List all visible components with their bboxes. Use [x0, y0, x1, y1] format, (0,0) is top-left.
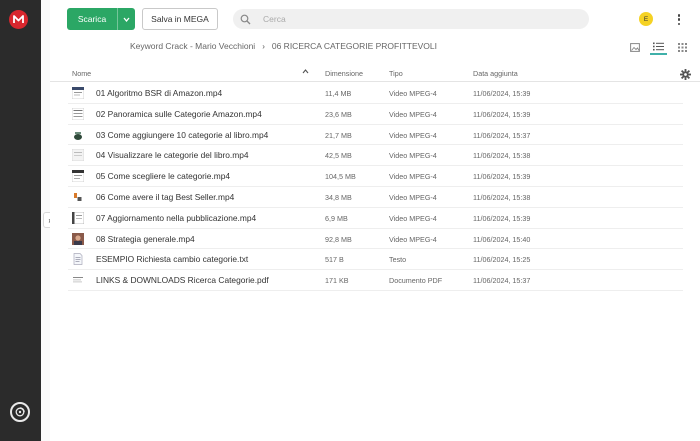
table-header: Nome Dimensione Tipo Data aggiunta — [50, 64, 700, 82]
file-name[interactable]: 06 Come avere il tag Best Seller.mp4 — [96, 192, 234, 202]
chevron-down-icon[interactable] — [117, 8, 135, 30]
file-type: Video MPEG-4 — [389, 234, 437, 244]
file-size: 11,4 MB — [325, 89, 352, 98]
grid-view-icon[interactable] — [674, 39, 691, 55]
file-name[interactable]: 02 Panoramica sulle Categorie Amazon.mp4 — [96, 109, 262, 119]
video-thumbnail-icon — [71, 149, 85, 162]
download-button[interactable]: Scarica — [67, 8, 135, 30]
text-file-icon — [72, 253, 84, 266]
file-type: Video MPEG-4 — [389, 151, 437, 161]
table-row[interactable]: ESEMPIO Richiesta cambio categorie.txt 5… — [68, 249, 683, 271]
column-header-type[interactable]: Tipo — [389, 69, 403, 78]
thumbnail-view-icon[interactable] — [626, 39, 643, 55]
search-input[interactable] — [257, 14, 557, 24]
file-date: 11/06/2024, 15:39 — [473, 213, 531, 223]
file-type: Video MPEG-4 — [389, 130, 437, 140]
table-row[interactable]: 07 Aggiornamento nella pubblicazione.mp4… — [68, 208, 683, 229]
file-type: Testo — [389, 255, 407, 265]
file-name[interactable]: 04 Visualizzare le categorie del libro.m… — [96, 150, 249, 160]
column-settings-gear-icon[interactable] — [680, 69, 691, 82]
file-name[interactable]: 08 Strategia generale.mp4 — [96, 234, 195, 244]
left-rail — [0, 0, 41, 441]
file-type: Video MPEG-4 — [389, 192, 437, 202]
file-date: 11/06/2024, 15:37 — [473, 276, 531, 286]
file-size: 104,5 MB — [325, 172, 356, 182]
video-thumbnail-icon — [71, 169, 85, 183]
file-size: 21,7 MB — [325, 130, 352, 140]
file-type: Video MPEG-4 — [389, 172, 437, 182]
table-row[interactable]: 03 Come aggiungere 10 categorie al libro… — [68, 125, 683, 146]
file-name[interactable]: 01 Algoritmo BSR di Amazon.mp4 — [96, 88, 222, 98]
file-type: Video MPEG-4 — [389, 109, 437, 119]
file-size: 92,8 MB — [325, 234, 352, 244]
file-name[interactable]: 05 Come scegliere le categorie.mp4 — [96, 171, 230, 181]
search-bar[interactable] — [233, 9, 589, 29]
more-options-icon[interactable] — [675, 12, 683, 27]
file-name[interactable]: 07 Aggiornamento nella pubblicazione.mp4 — [96, 213, 256, 223]
file-date: 11/06/2024, 15:25 — [473, 255, 531, 265]
file-date: 11/06/2024, 15:37 — [473, 130, 531, 140]
file-date: 11/06/2024, 15:39 — [473, 89, 531, 98]
table-row[interactable]: LINKS & DOWNLOADS Ricerca Categorie.pdf … — [68, 270, 683, 291]
search-icon — [233, 14, 257, 25]
mega-logo-icon[interactable] — [9, 10, 28, 29]
file-size: 34,8 MB — [325, 192, 352, 202]
table-row[interactable]: 06 Come avere il tag Best Seller.mp4 34,… — [68, 187, 683, 208]
file-size: 42,5 MB — [325, 151, 352, 161]
file-date: 11/06/2024, 15:39 — [473, 109, 531, 119]
sort-ascending-icon[interactable] — [302, 69, 309, 76]
table-row[interactable]: 05 Come scegliere le categorie.mp4 104,5… — [68, 166, 683, 187]
file-size: 517 B — [325, 255, 344, 265]
column-header-date[interactable]: Data aggiunta — [473, 69, 518, 78]
video-thumbnail-icon — [71, 107, 85, 121]
download-button-label: Scarica — [77, 14, 107, 24]
breadcrumb: Keyword Crack - Mario Vecchioni › 06 RIC… — [130, 41, 437, 51]
breadcrumb-parent[interactable]: Keyword Crack - Mario Vecchioni — [130, 41, 255, 51]
file-size: 171 KB — [325, 276, 349, 286]
video-thumbnail-icon — [72, 128, 84, 141]
column-header-size[interactable]: Dimensione — [325, 69, 363, 78]
table-row[interactable]: 08 Strategia generale.mp4 92,8 MB Video … — [68, 229, 683, 250]
file-date: 11/06/2024, 15:38 — [473, 151, 531, 161]
file-type: Video MPEG-4 — [389, 89, 437, 98]
sync-icon[interactable] — [10, 402, 30, 422]
column-header-name[interactable]: Nome — [72, 69, 91, 78]
breadcrumb-separator-icon: › — [262, 41, 265, 51]
file-size: 6,9 MB — [325, 213, 348, 223]
file-type: Documento PDF — [389, 276, 443, 286]
file-name[interactable]: LINKS & DOWNLOADS Ricerca Categorie.pdf — [96, 275, 269, 285]
file-date: 11/06/2024, 15:38 — [473, 192, 531, 202]
video-thumbnail-icon — [72, 232, 84, 245]
file-date: 11/06/2024, 15:39 — [473, 172, 531, 182]
file-date: 11/06/2024, 15:40 — [473, 234, 531, 244]
video-thumbnail-icon — [72, 190, 84, 203]
file-type: Video MPEG-4 — [389, 213, 437, 223]
file-name[interactable]: 03 Come aggiungere 10 categorie al libro… — [96, 130, 268, 140]
save-to-mega-button[interactable]: Salva in MEGA — [142, 8, 218, 30]
view-switcher — [626, 39, 691, 55]
table-row[interactable]: 04 Visualizzare le categorie del libro.m… — [68, 145, 683, 167]
video-thumbnail-icon — [71, 86, 85, 100]
file-size: 23,6 MB — [325, 109, 352, 119]
pdf-file-icon — [72, 274, 84, 287]
table-row[interactable]: 01 Algoritmo BSR di Amazon.mp4 11,4 MB V… — [68, 83, 683, 104]
video-thumbnail-icon — [71, 211, 85, 225]
file-name[interactable]: ESEMPIO Richiesta cambio categorie.txt — [96, 254, 248, 264]
file-list: 01 Algoritmo BSR di Amazon.mp4 11,4 MB V… — [68, 83, 683, 291]
table-row[interactable]: 02 Panoramica sulle Categorie Amazon.mp4… — [68, 104, 683, 125]
avatar[interactable]: E — [639, 12, 653, 26]
breadcrumb-current: 06 RICERCA CATEGORIE PROFITTEVOLI — [271, 41, 438, 51]
main-panel: Scarica Salva in MEGA E Keyword Crack - … — [50, 0, 700, 441]
list-view-icon[interactable] — [650, 39, 667, 55]
